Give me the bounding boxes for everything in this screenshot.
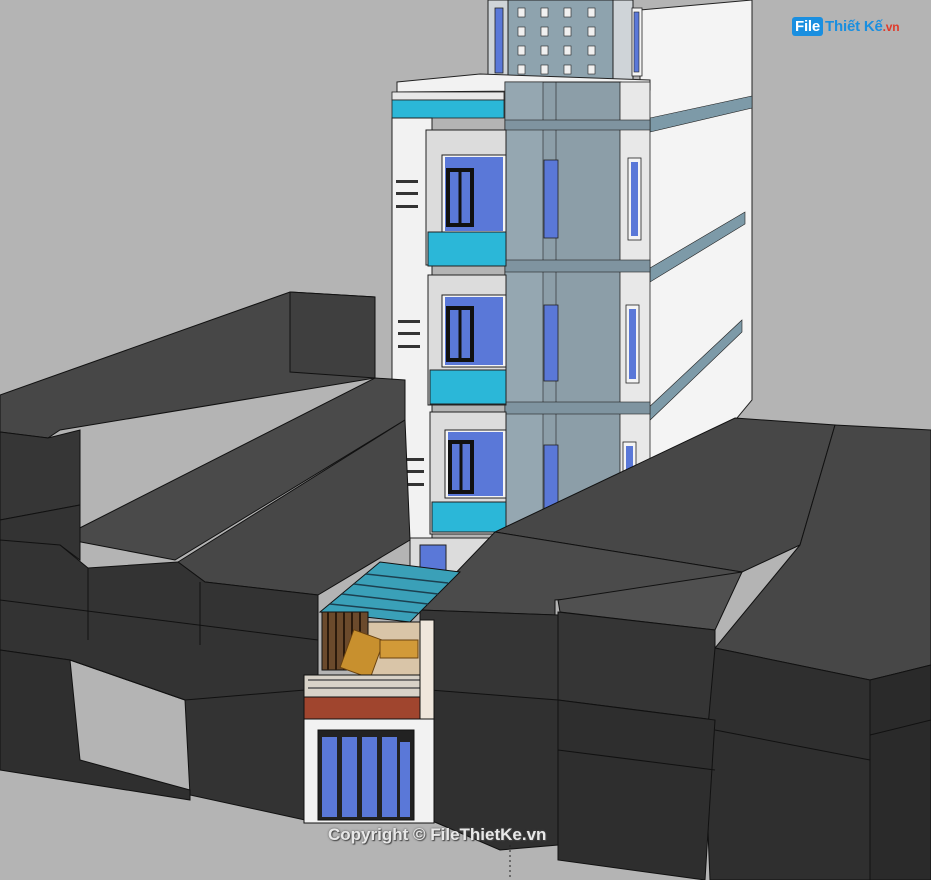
watermark-logo: File Thiết Kế.vn: [792, 12, 904, 42]
floor-3: [425, 129, 507, 267]
folding-doors: [322, 737, 410, 817]
brick-band: [303, 696, 421, 720]
logo-file: File: [792, 17, 824, 36]
floor-1: [429, 411, 507, 535]
sketchup-scene: [0, 0, 931, 880]
roof-glass-railing: [391, 99, 505, 119]
terrace-table: [379, 639, 419, 659]
logo-vn: .vn: [882, 20, 900, 34]
floor-2: [427, 274, 507, 406]
copyright-watermark: Copyright © FileThietKe.vn: [328, 825, 547, 844]
logo-thietke: Thiết Kế: [825, 18, 883, 35]
